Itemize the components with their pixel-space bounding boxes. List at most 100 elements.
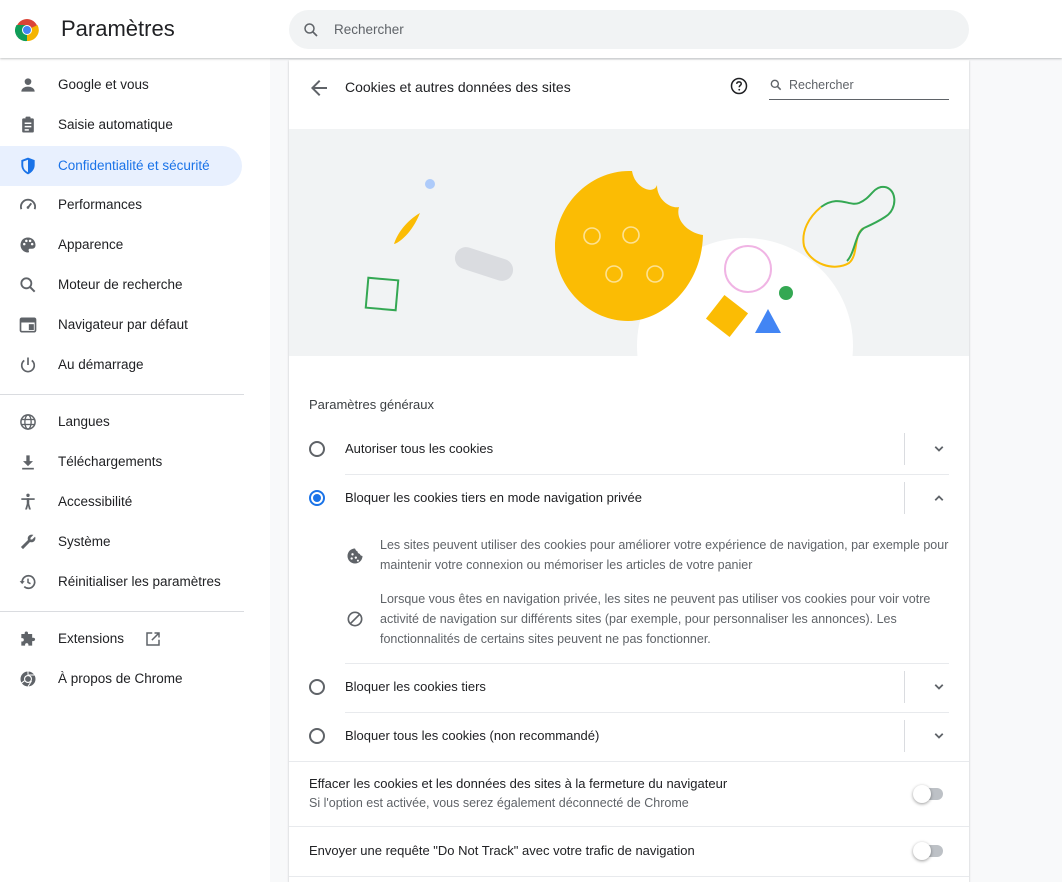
sidebar-divider (0, 394, 244, 395)
sidebar-item-appearance[interactable]: Apparence (0, 225, 242, 265)
sidebar-item-system[interactable]: Système (0, 522, 242, 562)
top-bar: Paramètres Rechercher (0, 0, 1062, 58)
sidebar-item-privacy[interactable]: Confidentialité et sécurité (0, 146, 242, 186)
sidebar-item-startup[interactable]: Au démarrage (0, 345, 242, 385)
sidebar-item-search-engine[interactable]: Moteur de recherche (0, 265, 242, 305)
chrome-logo-icon (15, 19, 39, 42)
settings-search-input[interactable]: Rechercher (289, 10, 969, 49)
sidebar-item-label: Langues (58, 414, 110, 429)
sidebar-item-accessibility[interactable]: Accessibilité (0, 482, 242, 522)
external-link-icon (146, 632, 160, 646)
vertical-separator (904, 482, 905, 514)
chevron-down-icon[interactable] (930, 440, 948, 458)
row-separator (289, 876, 969, 877)
radio-button-selected[interactable] (309, 490, 325, 506)
sidebar-item-label: Moteur de recherche (58, 277, 183, 292)
wrench-icon (20, 534, 36, 550)
sidebar-item-default-browser[interactable]: Navigateur par défaut (0, 305, 242, 345)
row-separator (289, 826, 969, 827)
sidebar-item-downloads[interactable]: Téléchargements (0, 442, 242, 482)
option-label: Bloquer les cookies tiers en mode naviga… (345, 490, 643, 505)
chevron-up-icon[interactable] (930, 489, 948, 507)
sidebar-item-label: Confidentialité et sécurité (58, 158, 210, 173)
speedometer-icon (20, 198, 36, 210)
accessibility-icon (21, 493, 35, 510)
sidebar-item-label: Apparence (58, 237, 124, 252)
toggle-knob (913, 785, 931, 803)
puzzle-icon (21, 631, 36, 646)
cookie-search-input[interactable]: Rechercher (769, 72, 949, 100)
sidebar-item-languages[interactable]: Langues (0, 402, 242, 442)
sidebar-item-label: Au démarrage (58, 357, 144, 372)
sidebar-item-label: Saisie automatique (58, 117, 173, 132)
sidebar-item-label: Accessibilité (58, 494, 133, 509)
app-title: Paramètres (61, 16, 175, 41)
browser-icon (19, 317, 37, 333)
sidebar-item-label: Réinitialiser les paramètres (58, 574, 221, 589)
cookie-option-block-third-party-incognito[interactable]: Bloquer les cookies tiers en mode naviga… (289, 474, 969, 523)
clear-on-exit-label: Effacer les cookies et les données des s… (309, 776, 728, 791)
shield-icon (21, 157, 35, 175)
page-header: Cookies et autres données des sites Rech… (289, 60, 969, 128)
vertical-separator (904, 720, 905, 752)
palette-icon (20, 237, 36, 253)
detail-text-cookies: Les sites peuvent utiliser des cookies p… (380, 538, 949, 572)
row-separator (289, 761, 969, 762)
power-icon (20, 357, 36, 373)
sidebar-item-label: Téléchargements (58, 454, 163, 469)
page-title: Cookies et autres données des sites (345, 79, 571, 95)
sidebar-item-label: Navigateur par défaut (58, 317, 188, 332)
download-icon (22, 455, 34, 470)
option-label: Bloquer les cookies tiers (345, 679, 486, 694)
clear-on-exit-sublabel: Si l'option est activée, vous serez égal… (309, 796, 689, 810)
sidebar-divider (0, 611, 244, 612)
sidebar-item-reset[interactable]: Réinitialiser les paramètres (0, 562, 242, 602)
settings-card: Cookies et autres données des sites Rech… (289, 60, 969, 882)
search-placeholder: Rechercher (789, 78, 854, 92)
clear-on-exit-toggle[interactable] (913, 784, 945, 804)
option-label: Bloquer tous les cookies (non recommandé… (345, 728, 600, 743)
search-icon (20, 277, 36, 293)
person-icon (21, 78, 35, 92)
cookie-option-allow-all[interactable]: Autoriser tous les cookies (289, 425, 969, 474)
block-icon (347, 611, 363, 627)
radio-button[interactable] (309, 441, 325, 457)
chevron-down-icon[interactable] (930, 727, 948, 745)
cookie-icon (347, 548, 363, 564)
toggle-knob (913, 842, 931, 860)
sidebar-item-performance[interactable]: Performances (0, 185, 242, 225)
cookie-option-block-all[interactable]: Bloquer tous les cookies (non recommandé… (289, 712, 969, 761)
search-icon (304, 23, 318, 37)
help-icon[interactable] (729, 76, 749, 96)
sidebar: Google et vous Saisie automatique Confid… (0, 58, 270, 882)
sidebar-item-label: Système (58, 534, 111, 549)
vertical-separator (904, 671, 905, 703)
sidebar-item-about[interactable]: À propos de Chrome (0, 659, 242, 699)
do-not-track-label: Envoyer une requête "Do Not Track" avec … (309, 843, 695, 858)
sidebar-item-extensions[interactable]: Extensions (0, 619, 242, 659)
vertical-separator (904, 433, 905, 465)
search-placeholder: Rechercher (334, 22, 404, 37)
cookies-illustration-art (364, 171, 896, 356)
sidebar-item-autofill[interactable]: Saisie automatique (0, 105, 242, 145)
sidebar-item-label: Performances (58, 197, 143, 212)
chevron-down-icon[interactable] (930, 678, 948, 696)
radio-button[interactable] (309, 728, 325, 744)
do-not-track-toggle[interactable] (913, 841, 945, 861)
cookie-option-block-third-party[interactable]: Bloquer les cookies tiers (289, 663, 969, 712)
search-icon (770, 79, 782, 91)
sidebar-item-google[interactable]: Google et vous (0, 65, 242, 105)
section-title: Paramètres généraux (309, 397, 435, 412)
globe-icon (20, 414, 36, 430)
sidebar-item-label: Google et vous (58, 77, 149, 92)
radio-button[interactable] (309, 679, 325, 695)
back-arrow-icon[interactable] (307, 76, 331, 100)
option-label: Autoriser tous les cookies (345, 441, 494, 456)
chrome-icon (20, 671, 36, 687)
detail-text-incognito: Lorsque vous êtes en navigation privée, … (380, 592, 931, 646)
clipboard-icon (22, 116, 34, 133)
restore-icon (19, 574, 36, 590)
sidebar-item-label: À propos de Chrome (58, 671, 183, 686)
sidebar-item-label: Extensions (58, 631, 125, 646)
cookies-illustration (289, 129, 969, 356)
